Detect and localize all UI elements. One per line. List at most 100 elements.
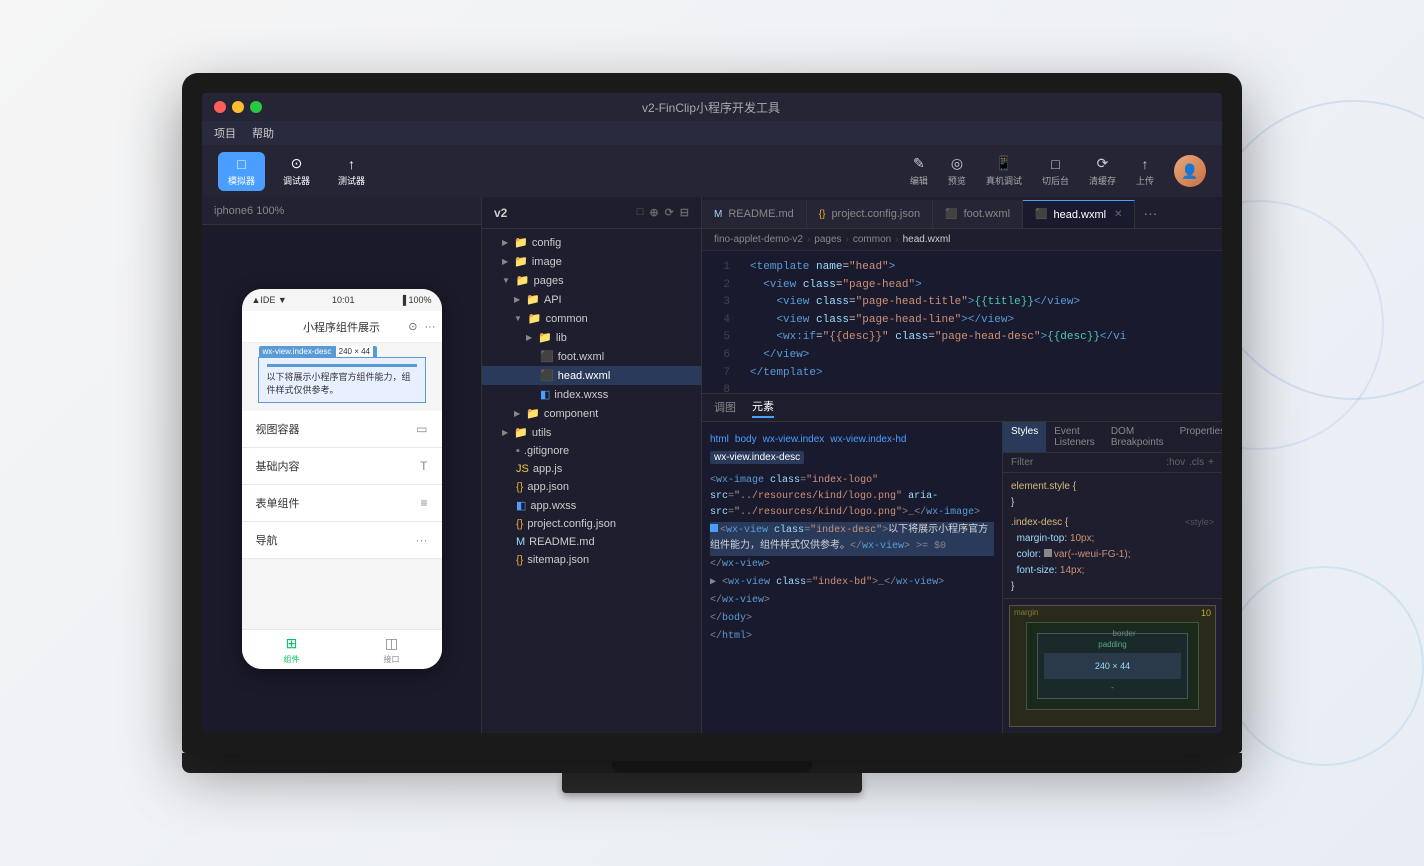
bottom-content: html body wx-view.index wx-view.index-hd… (702, 422, 1222, 733)
close-button[interactable] (214, 101, 226, 113)
path-item-body[interactable]: body (735, 434, 757, 445)
editor-tabs: M README.md {} project.config.json ⬛ foo… (702, 197, 1222, 229)
tree-item-common[interactable]: ▼ 📁 common (482, 309, 701, 328)
toolbar-upload-btn[interactable]: ↑ 上传 (1128, 152, 1162, 191)
phone-list-item-4[interactable]: 导航 ··· (242, 522, 442, 559)
path-item-wx-view-index-desc[interactable]: wx-view.index-desc (710, 451, 804, 464)
tree-item-project-config[interactable]: {} project.config.json (482, 515, 701, 533)
list-item-icon-2: T (420, 459, 427, 473)
code-line-5: <wx:if="{{desc}}" class="page-head-desc"… (750, 329, 1210, 347)
styles-tab-properties[interactable]: Properties (1172, 422, 1222, 452)
styles-tab-dom-breakpoints[interactable]: DOM Breakpoints (1103, 422, 1172, 452)
tab-project-config[interactable]: {} project.config.json (807, 200, 933, 228)
box-padding: padding 240 × 44 - (1037, 633, 1188, 699)
toolbar-simulator-btn[interactable]: □ 模拟器 (218, 152, 265, 191)
file-new-folder-icon[interactable]: ⊕ (649, 206, 658, 219)
toolbar-left: □ 模拟器 ⊙ 调试器 ↑ 测试器 (218, 151, 375, 191)
styles-tab-styles[interactable]: Styles (1003, 422, 1046, 452)
tree-item-app-json[interactable]: {} app.json (482, 478, 701, 496)
tab-head-wxml[interactable]: ⬛ head.wxml ✕ (1023, 200, 1135, 228)
tree-item-pages[interactable]: ▼ 📁 pages (482, 271, 701, 290)
toolbar-tester-btn[interactable]: ↑ 测试器 (328, 152, 375, 191)
style-selector-1: element.style { (1011, 481, 1076, 492)
bottom-tab-debug[interactable]: 调图 (714, 399, 736, 417)
tree-item-foot-wxml[interactable]: ⬛ foot.wxml (482, 347, 701, 366)
tabs-overflow-icon[interactable]: ··· (1135, 205, 1165, 221)
tree-item-app-wxss[interactable]: ◧ app.wxss (482, 496, 701, 515)
list-item-icon-1: ▭ (416, 422, 427, 436)
phone-nav: ⊞ 组件 ◫ 接口 (242, 629, 442, 669)
file-collapse-icon[interactable]: ⊟ (680, 206, 689, 219)
phone-nav-label-2: 接口 (384, 654, 400, 665)
menu-item-project[interactable]: 项目 (214, 125, 236, 141)
breadcrumb-sep-3: › (895, 234, 898, 245)
breadcrumb-item-2[interactable]: pages (814, 234, 841, 245)
bottom-panel-tabs: 调图 元素 (702, 394, 1222, 422)
bottom-tab-element[interactable]: 元素 (752, 398, 774, 418)
tab-foot-wxml[interactable]: ⬛ foot.wxml (933, 200, 1023, 228)
window-controls (214, 101, 262, 113)
phone-list-item-3[interactable]: 表单组件 ≡ (242, 485, 442, 522)
breadcrumb-item-1[interactable]: fino-applet-demo-v2 (714, 234, 803, 245)
menu-item-help[interactable]: 帮助 (252, 125, 274, 141)
tab-label-foot-wxml: foot.wxml (964, 208, 1010, 220)
breadcrumb-sep-2: › (846, 234, 849, 245)
user-avatar[interactable]: 👤 (1174, 155, 1206, 187)
tree-item-image[interactable]: ▶ 📁 image (482, 252, 701, 271)
toolbar-device-debug-btn[interactable]: 📱 真机调试 (978, 151, 1030, 191)
html-line-1: <wx-image class="index-logo" src="../res… (710, 472, 994, 522)
wxml-file-icon: ⬛ (540, 369, 554, 382)
toolbar-background-btn[interactable]: □ 切后台 (1034, 152, 1077, 191)
file-refresh-icon[interactable]: ⟳ (665, 206, 674, 219)
maximize-button[interactable] (250, 101, 262, 113)
phone-nav-icon-2: ◫ (385, 635, 398, 652)
preview-header: iphone6 100% (202, 197, 481, 225)
path-item-html[interactable]: html (710, 434, 729, 445)
phone-nav-item-2[interactable]: ◫ 接口 (342, 630, 442, 669)
tree-item-component[interactable]: ▶ 📁 component (482, 404, 701, 423)
tree-item-label: component (544, 408, 598, 420)
tree-item-readme[interactable]: M README.md (482, 533, 701, 551)
tab-readme[interactable]: M README.md (702, 200, 807, 228)
tree-item-lib[interactable]: ▶ 📁 lib (482, 328, 701, 347)
tree-item-label: pages (534, 275, 564, 287)
tree-item-app-js[interactable]: JS app.js (482, 460, 701, 478)
minimize-button[interactable] (232, 101, 244, 113)
breadcrumb-item-3[interactable]: common (853, 234, 891, 245)
code-content-area[interactable]: 1 2 3 4 5 6 7 8 <template name="head"> <… (702, 251, 1222, 393)
html-line-6: </body> (710, 610, 994, 628)
filter-add-icon[interactable]: + (1208, 457, 1214, 468)
tree-item-config[interactable]: ▶ 📁 config (482, 233, 701, 252)
tree-item-gitignore[interactable]: ▪ .gitignore (482, 442, 701, 460)
toolbar-clear-cache-btn[interactable]: ⟳ 清缓存 (1081, 151, 1124, 191)
folder-icon: 📁 (538, 331, 552, 344)
breadcrumb-bar: fino-applet-demo-v2 › pages › common › h… (702, 229, 1222, 251)
list-item-label-1: 视图容器 (256, 421, 300, 437)
tree-item-utils[interactable]: ▶ 📁 utils (482, 423, 701, 442)
file-new-file-icon[interactable]: □ (637, 206, 644, 219)
line-numbers: 1 2 3 4 5 6 7 8 (702, 251, 738, 393)
file-tree-body: ▶ 📁 config ▶ 📁 image ▼ 📁 pages (482, 229, 701, 733)
phone-title-action[interactable]: ⊙ (408, 320, 417, 333)
path-item-wx-view-index-hd[interactable]: wx-view.index-hd (830, 434, 906, 445)
tree-item-label: app.json (527, 481, 569, 493)
phone-title-more[interactable]: ··· (425, 321, 436, 333)
phone-list-item-2[interactable]: 基础内容 T (242, 448, 442, 485)
toolbar-debugger-btn[interactable]: ⊙ 调试器 (273, 151, 320, 191)
breadcrumb-item-4[interactable]: head.wxml (903, 234, 951, 245)
phone-list-item-1[interactable]: 视图容器 ▭ (242, 411, 442, 448)
tree-item-sitemap[interactable]: {} sitemap.json (482, 551, 701, 569)
tree-item-api[interactable]: ▶ 📁 API (482, 290, 701, 309)
tree-item-index-wxss[interactable]: ◧ index.wxss (482, 385, 701, 404)
tab-close-icon[interactable]: ✕ (1114, 209, 1122, 220)
phone-nav-item-1[interactable]: ⊞ 组件 (242, 630, 342, 669)
style-filter-input[interactable] (1011, 457, 1166, 468)
element-path: html body wx-view.index wx-view.index-hd… (710, 430, 994, 468)
tree-item-head-wxml[interactable]: ⬛ head.wxml (482, 366, 701, 385)
toolbar-preview-btn[interactable]: ◎ 预览 (940, 151, 974, 191)
path-item-wx-view-index[interactable]: wx-view.index (763, 434, 825, 445)
styles-tab-event-listeners[interactable]: Event Listeners (1046, 422, 1103, 452)
toolbar-edit-btn[interactable]: ✎ 编辑 (902, 151, 936, 191)
device-debug-icon: 📱 (995, 155, 1012, 172)
filter-icons: :hov .cls + (1166, 457, 1214, 468)
